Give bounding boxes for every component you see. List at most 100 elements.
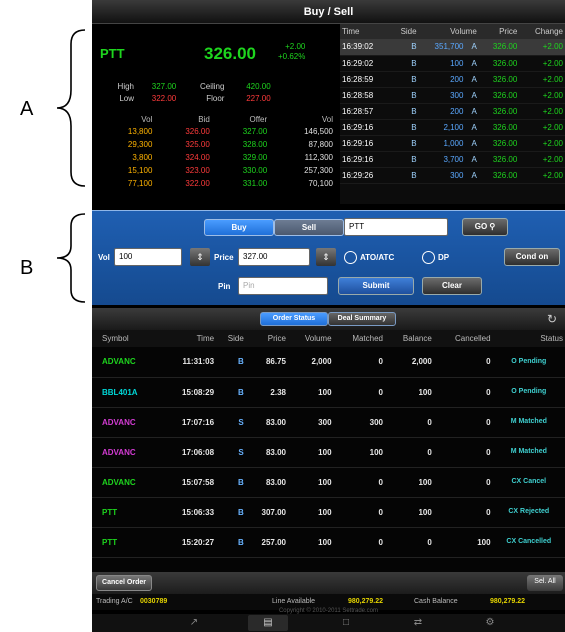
tab-order-status[interactable]: Order Status (260, 312, 328, 326)
order-status: CX Rejected (492, 497, 565, 528)
offer-price[interactable]: 331.00 (213, 177, 270, 190)
order-price: 2.38 (245, 377, 288, 408)
order-row[interactable]: PTT 15:20:27 B 257.00 100 0 0 100 CX Cancelled (92, 527, 565, 558)
screenshot-page: A B Buy / Sell PTT 326.00 +2.00 +0.62% H… (0, 0, 565, 632)
volume-input[interactable]: 100 (114, 248, 182, 266)
tick-volume: 300 (418, 87, 466, 104)
tick-time: 16:29:16 (340, 119, 391, 136)
tick-side: B (390, 167, 419, 184)
annotation-label-b: B (20, 257, 34, 279)
order-volume: 300 (288, 407, 334, 438)
offer-price[interactable]: 329.00 (213, 151, 270, 164)
cancel-order-button[interactable]: Cancel Order (96, 575, 152, 591)
symbol-search-button[interactable]: GO ⚲ (462, 218, 508, 236)
order-balance: 0 (385, 527, 434, 558)
tick-side: B (390, 71, 419, 88)
tick-side: B (390, 55, 419, 72)
tick-volume: 1,000 (418, 135, 466, 152)
submit-button[interactable]: Submit (338, 277, 414, 295)
sell-toggle[interactable]: Sell (274, 219, 344, 236)
cash-balance-label: Cash Balance (414, 598, 458, 605)
nav-chart-icon[interactable]: ↗ (174, 615, 214, 631)
refresh-icon[interactable]: ↻ (545, 312, 559, 326)
price-input[interactable]: 327.00 (238, 248, 310, 266)
nav-settings-icon[interactable]: ⚙ (470, 615, 510, 631)
order-price: 257.00 (245, 527, 288, 558)
order-row[interactable]: ADVANC 11:31:03 B 86.75 2,000 0 2,000 0 O Pendin… (92, 347, 565, 378)
symbol-input[interactable]: PTT (344, 218, 448, 236)
order-volume: 100 (288, 467, 334, 498)
order-volume: 100 (288, 497, 334, 528)
buy-toggle[interactable]: Buy (204, 219, 274, 236)
trading-app: Buy / Sell PTT 326.00 +2.00 +0.62% High … (92, 0, 565, 632)
order-row[interactable]: PTT 15:06:33 B 307.00 100 0 100 0 CX Rejected (92, 497, 565, 528)
order-row[interactable]: ADVANC 17:06:08 S 83.00 100 100 0 0 M Matched (92, 437, 565, 468)
tick-time: 16:28:58 (340, 87, 391, 104)
offer-price[interactable]: 328.00 (213, 138, 270, 151)
order-time: 17:06:08 (162, 437, 217, 468)
order-status: O Pending (492, 377, 565, 408)
ticker-header-change: Change (519, 24, 565, 39)
tick-price: 326.00 (478, 135, 520, 152)
order-matched: 0 (333, 377, 385, 408)
orders-table: Symbol Time Side Price Volume Matched Ba… (92, 330, 565, 558)
select-all-button[interactable]: Sel. All (527, 575, 563, 591)
tick-time: 16:28:57 (340, 103, 391, 120)
dp-radio[interactable] (422, 251, 435, 264)
ato-atc-radio[interactable] (344, 251, 357, 264)
ticker-row: 16:28:59 B 200 A 326.00 +2.00 (340, 71, 565, 88)
nav-buysell-icon[interactable]: ▤ (248, 615, 288, 631)
order-row[interactable]: BBL401A 15:08:29 B 2.38 100 0 100 0 O Pending (92, 377, 565, 408)
order-status: O Pending (492, 347, 565, 378)
nav-order-icon[interactable]: ⇄ (398, 615, 438, 631)
bid-price[interactable]: 325.00 (155, 138, 212, 151)
tab-deal-summary[interactable]: Deal Summary (328, 312, 396, 326)
volume-stepper-icon[interactable]: ⇕ (190, 248, 210, 266)
ticker-row: 16:29:02 B 100 A 326.00 +2.00 (340, 55, 565, 72)
nav-portfolio-icon[interactable]: □ (326, 615, 366, 631)
high-label: High (117, 82, 134, 91)
bid-price[interactable]: 326.00 (155, 125, 212, 138)
order-price: 86.75 (245, 347, 288, 378)
clear-button[interactable]: Clear (422, 277, 482, 295)
order-price: 83.00 (245, 407, 288, 438)
ticker-row: 16:29:16 B 3,700 A 326.00 +2.00 (340, 151, 565, 168)
ticker-panel[interactable]: Time Side Volume Price Change 16:39:02 B 3… (340, 24, 565, 204)
search-icon: ⚲ (489, 222, 496, 231)
pin-input[interactable]: Pin (238, 277, 328, 295)
tick-side: B (390, 119, 419, 136)
order-row[interactable]: ADVANC 17:07:16 S 83.00 300 300 0 0 M Matched (92, 407, 565, 438)
ticker-row: 16:29:16 B 2,100 A 326.00 +2.00 (340, 119, 565, 136)
order-row[interactable]: ADVANC 15:07:58 B 83.00 100 0 100 0 CX Cancel (92, 467, 565, 498)
tick-volume: 100 (418, 55, 466, 72)
tick-time: 16:29:16 (340, 151, 391, 168)
tick-change: +2.00 (519, 119, 565, 136)
order-volume: 2,000 (288, 347, 334, 378)
price-stepper-icon[interactable]: ⇕ (316, 248, 336, 266)
offer-price[interactable]: 330.00 (213, 164, 270, 177)
offer-volume: 70,100 (308, 179, 333, 188)
bid-volume: 15,100 (127, 166, 153, 175)
line-available-value: 980,279.22 (348, 598, 384, 605)
depth-header-bid: Bid (198, 115, 210, 124)
depth-row: 3,800 324.00 329.00 112,300 (98, 151, 336, 164)
condition-button[interactable]: Cond on (504, 248, 560, 266)
order-cancelled: 0 (433, 437, 493, 468)
orders-header-status: Status (492, 330, 565, 347)
bid-price[interactable]: 323.00 (155, 164, 212, 177)
offer-price[interactable]: 327.00 (213, 125, 270, 138)
tick-time: 16:29:16 (340, 135, 391, 152)
tick-price: 326.00 (478, 55, 520, 72)
tick-change: +2.00 (519, 167, 565, 184)
order-balance: 0 (385, 407, 434, 438)
last-price: 326.00 (204, 44, 256, 63)
trading-ac-value[interactable]: 0030789 (140, 598, 167, 605)
bid-price[interactable]: 322.00 (155, 177, 212, 190)
bid-volume: 13,800 (127, 127, 153, 136)
bid-price[interactable]: 324.00 (155, 151, 212, 164)
order-matched: 0 (333, 497, 385, 528)
order-matched: 0 (333, 467, 385, 498)
order-matched: 300 (333, 407, 385, 438)
low-label: Low (119, 94, 134, 103)
trading-ac-label: Trading A/C (96, 598, 133, 605)
